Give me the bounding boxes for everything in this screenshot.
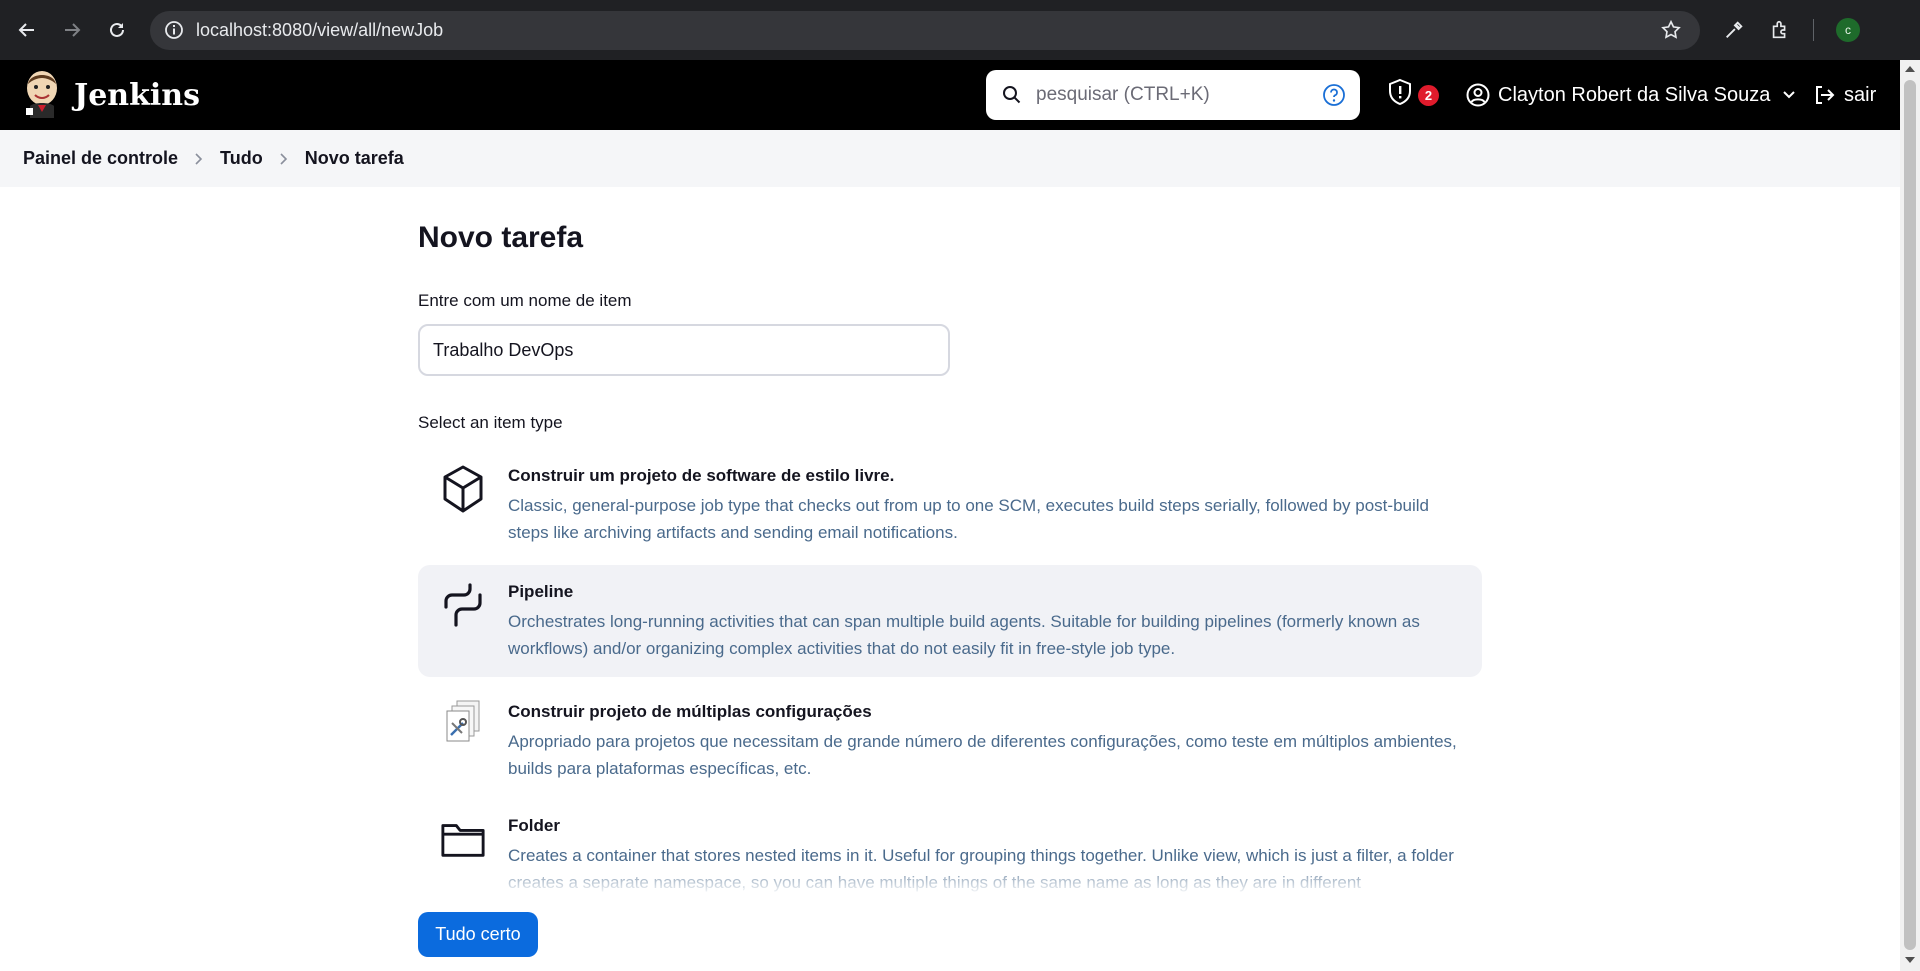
item-name-input[interactable] [418,324,950,376]
package-icon [440,463,486,517]
brand-title: Jenkins [74,77,200,113]
item-type-pipeline[interactable]: Pipeline Orchestrates long-running activ… [418,565,1482,677]
bottom-fade [395,860,1505,895]
search-box[interactable] [986,70,1360,120]
logout-button[interactable]: sair [1812,74,1876,116]
item-type-name: Construir projeto de múltiplas configura… [508,702,872,721]
multi-config-icon [440,699,486,753]
item-type-description: Apropriado para projetos que necessitam … [508,732,1457,778]
page-scrollbar[interactable] [1900,60,1920,971]
item-type-description: Classic, general-purpose job type that c… [508,496,1429,542]
scroll-thumb[interactable] [1904,80,1916,950]
extensions-icon[interactable] [1765,15,1795,45]
user-menu-button[interactable]: Clayton Robert da Silva Souza [1466,74,1796,116]
breadcrumb-dashboard[interactable]: Painel de controle [23,148,178,169]
item-type-label: Select an item type [418,413,563,432]
security-alerts-button[interactable]: 2 [1387,74,1439,116]
chevron-right-icon [279,152,289,166]
security-count-badge: 2 [1418,84,1439,106]
item-name-label: Entre com um nome de item [418,291,632,310]
chevron-down-icon [1782,90,1796,100]
url-text[interactable]: localhost:8080/view/all/newJob [196,20,443,41]
jenkins-logo-icon [22,68,62,123]
jenkins-header: Jenkins 2 Clayton Robert da Silva Souza … [0,60,1900,130]
item-type-freestyle[interactable]: Construir um projeto de software de esti… [418,449,1482,561]
folder-icon [440,813,486,867]
address-bar[interactable]: localhost:8080/view/all/newJob [150,11,1700,50]
jenkins-home-link[interactable]: Jenkins [22,70,200,120]
help-icon[interactable] [1322,83,1346,112]
site-info-icon[interactable] [164,20,184,45]
browser-toolbar: localhost:8080/view/all/newJob c [0,0,1920,60]
search-icon [1002,85,1022,110]
reload-icon[interactable] [102,15,132,45]
item-type-name: Construir um projeto de software de esti… [508,466,895,485]
breadcrumb: Painel de controle Tudo Novo tarefa [23,148,404,169]
breadcrumb-bar: Painel de controle Tudo Novo tarefa [0,130,1900,187]
forward-arrow-icon[interactable] [57,15,87,45]
shield-alert-icon [1387,78,1413,112]
ok-button[interactable]: Tudo certo [418,912,538,957]
logout-label: sair [1844,83,1877,106]
scroll-up-icon[interactable] [1905,66,1915,72]
breadcrumb-all[interactable]: Tudo [220,148,263,169]
logout-icon [1812,83,1836,107]
item-type-name: Pipeline [508,582,574,601]
user-icon [1466,83,1490,107]
bookmark-star-icon[interactable] [1660,19,1682,46]
page-title: Novo tarefa [418,221,584,254]
eyedropper-icon[interactable] [1719,15,1749,45]
pipeline-icon [440,579,486,633]
chevron-right-icon [194,152,204,166]
back-arrow-icon[interactable] [12,15,42,45]
toolbar-divider [1813,19,1814,41]
footer-bar [0,893,1900,971]
breadcrumb-new-job[interactable]: Novo tarefa [305,148,404,169]
item-type-multi-config[interactable]: Construir projeto de múltiplas configura… [418,685,1482,797]
scroll-down-icon[interactable] [1905,957,1915,963]
user-name: Clayton Robert da Silva Souza [1498,83,1771,106]
search-input[interactable] [1036,82,1306,108]
profile-avatar[interactable]: c [1836,18,1860,42]
item-type-name: Folder [508,816,560,835]
item-type-description: Orchestrates long-running activities tha… [508,612,1420,658]
